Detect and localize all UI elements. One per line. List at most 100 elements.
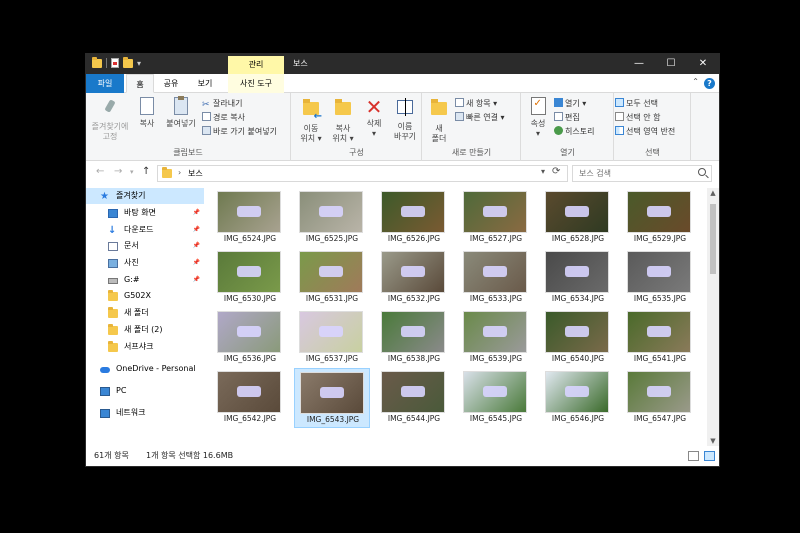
- copy-to-button[interactable]: 복사 위치 ▾: [328, 97, 358, 144]
- vertical-scrollbar[interactable]: ▲ ▼: [707, 188, 719, 446]
- group-clipboard: 즐겨찾기에 고정 복사 붙여넣기 ✂ 잘라내기 경로 복사 바로 가기 붙여넣기 …: [86, 93, 291, 161]
- context-tab-manage[interactable]: 관리: [228, 56, 284, 74]
- large-icons-view-icon[interactable]: [704, 451, 715, 461]
- nav-item-label: 서프샤크: [124, 342, 154, 351]
- file-item[interactable]: IMG_6538.JPG: [376, 308, 452, 368]
- close-button[interactable]: ✕: [687, 54, 719, 74]
- refresh-button[interactable]: ⟳: [552, 166, 560, 177]
- file-item[interactable]: IMG_6526.JPG: [376, 188, 452, 248]
- file-item[interactable]: IMG_6529.JPG: [622, 188, 698, 248]
- file-item[interactable]: IMG_6530.JPG: [212, 248, 288, 308]
- open-icon: [554, 98, 563, 107]
- file-name: IMG_6527.JPG: [469, 234, 523, 243]
- file-item[interactable]: IMG_6527.JPG: [458, 188, 534, 248]
- address-dropdown-icon[interactable]: ▾: [541, 167, 545, 176]
- pin-quick-access-button[interactable]: 즐겨찾기에 고정: [90, 97, 130, 142]
- nav-item[interactable]: 사진 📌: [86, 255, 204, 271]
- file-item[interactable]: IMG_6535.JPG: [622, 248, 698, 308]
- nav-item[interactable]: G502X: [86, 288, 204, 304]
- file-item[interactable]: IMG_6533.JPG: [458, 248, 534, 308]
- nav-item[interactable]: 새 폴더: [86, 305, 204, 321]
- file-name: IMG_6536.JPG: [223, 354, 277, 363]
- button-label: 경로 복사: [213, 113, 245, 122]
- breadcrumb[interactable]: 보스: [188, 166, 203, 181]
- select-none-button[interactable]: 선택 안 함: [615, 111, 661, 124]
- file-item[interactable]: IMG_6539.JPG: [458, 308, 534, 368]
- file-item[interactable]: IMG_6525.JPG: [294, 188, 370, 248]
- nav-item[interactable]: ↓ 다운로드 📌: [86, 222, 204, 238]
- nav-item[interactable]: 문서 📌: [86, 238, 204, 254]
- minimize-button[interactable]: —: [623, 54, 655, 74]
- file-item[interactable]: IMG_6537.JPG: [294, 308, 370, 368]
- maximize-button[interactable]: ☐: [655, 54, 687, 74]
- paste-button[interactable]: 붙여넣기: [163, 96, 199, 129]
- file-item[interactable]: IMG_6531.JPG: [294, 248, 370, 308]
- file-item[interactable]: IMG_6541.JPG: [622, 308, 698, 368]
- copy-path-button[interactable]: 경로 복사: [202, 111, 245, 124]
- file-item[interactable]: IMG_6543.JPG: [294, 368, 370, 428]
- new-folder-icon[interactable]: [123, 56, 133, 68]
- file-item[interactable]: IMG_6542.JPG: [212, 368, 288, 428]
- cut-button[interactable]: ✂ 잘라내기: [202, 97, 242, 110]
- paste-shortcut-button[interactable]: 바로 가기 붙여넣기: [202, 125, 277, 138]
- group-select: 모두 선택 선택 안 함 선택 영역 반전 선택: [615, 93, 691, 161]
- tab-file[interactable]: 파일: [86, 74, 124, 93]
- details-view-icon[interactable]: [688, 451, 699, 461]
- tab-picture-tools[interactable]: 사진 도구: [228, 74, 284, 93]
- file-item[interactable]: IMG_6547.JPG: [622, 368, 698, 428]
- file-item[interactable]: IMG_6544.JPG: [376, 368, 452, 428]
- scroll-down-icon[interactable]: ▼: [707, 437, 719, 445]
- file-item[interactable]: IMG_6540.JPG: [540, 308, 616, 368]
- file-item[interactable]: IMG_6546.JPG: [540, 368, 616, 428]
- collapse-ribbon-icon[interactable]: ⌃: [692, 77, 699, 86]
- file-name: IMG_6547.JPG: [633, 414, 687, 423]
- up-button[interactable]: ↑: [142, 166, 150, 177]
- properties-button[interactable]: 속성 ▾: [526, 97, 550, 139]
- file-item[interactable]: IMG_6545.JPG: [458, 368, 534, 428]
- copy-button[interactable]: 복사: [134, 97, 160, 129]
- new-folder-button[interactable]: 새 폴더: [427, 97, 451, 144]
- open-button[interactable]: 열기 ▾: [554, 97, 586, 110]
- file-name: IMG_6524.JPG: [223, 234, 277, 243]
- tab-home[interactable]: 홈: [126, 74, 154, 93]
- select-all-button[interactable]: 모두 선택: [615, 97, 658, 110]
- file-item[interactable]: IMG_6528.JPG: [540, 188, 616, 248]
- nav-item-label: 즐겨찾기: [116, 191, 146, 200]
- image-thumbnail: [545, 251, 609, 293]
- rename-button[interactable]: 이름 바꾸기: [390, 97, 420, 142]
- new-item-button[interactable]: 새 항목 ▾: [455, 97, 497, 110]
- move-to-button[interactable]: ← 이동 위치 ▾: [296, 97, 326, 144]
- nav-item[interactable]: 네트워크: [86, 405, 204, 421]
- copy-to-icon: [335, 99, 351, 115]
- file-item[interactable]: IMG_6532.JPG: [376, 248, 452, 308]
- search-input[interactable]: 보스 검색: [572, 165, 712, 182]
- nav-item[interactable]: G:# 📌: [86, 272, 204, 288]
- easy-access-button[interactable]: 빠른 연결 ▾: [455, 111, 505, 124]
- nav-item[interactable]: 새 폴더 (2): [86, 322, 204, 338]
- edit-button[interactable]: 편집: [554, 111, 580, 124]
- forward-button[interactable]: →: [114, 166, 122, 177]
- invert-selection-button[interactable]: 선택 영역 반전: [615, 125, 675, 138]
- nav-item[interactable]: OneDrive - Personal: [86, 361, 204, 377]
- history-button[interactable]: 히스토리: [554, 125, 594, 138]
- recent-locations-chevron-icon[interactable]: ▾: [130, 168, 134, 176]
- tab-share[interactable]: 공유: [156, 74, 186, 93]
- item-count: 61개 항목: [94, 451, 129, 460]
- properties-icon[interactable]: [111, 58, 119, 68]
- file-item[interactable]: IMG_6534.JPG: [540, 248, 616, 308]
- help-icon[interactable]: ?: [704, 78, 715, 89]
- nav-item-label: 새 폴더: [124, 308, 149, 317]
- back-button[interactable]: ←: [96, 166, 104, 177]
- file-item[interactable]: IMG_6524.JPG: [212, 188, 288, 248]
- nav-item[interactable]: PC: [86, 383, 204, 399]
- delete-button[interactable]: ✕ 삭제 ▾: [362, 97, 386, 139]
- nav-item[interactable]: 서프샤크: [86, 339, 204, 355]
- scrollbar-thumb[interactable]: [710, 204, 716, 274]
- nav-item[interactable]: 바탕 화면 📌: [86, 205, 204, 221]
- file-item[interactable]: IMG_6536.JPG: [212, 308, 288, 368]
- address-field[interactable]: › 보스 ▾: [157, 165, 568, 182]
- customize-chevron-icon[interactable]: ▾: [137, 59, 141, 68]
- scroll-up-icon[interactable]: ▲: [707, 189, 719, 197]
- tab-view[interactable]: 보기: [190, 74, 220, 93]
- nav-item[interactable]: ★ 즐겨찾기: [86, 188, 204, 204]
